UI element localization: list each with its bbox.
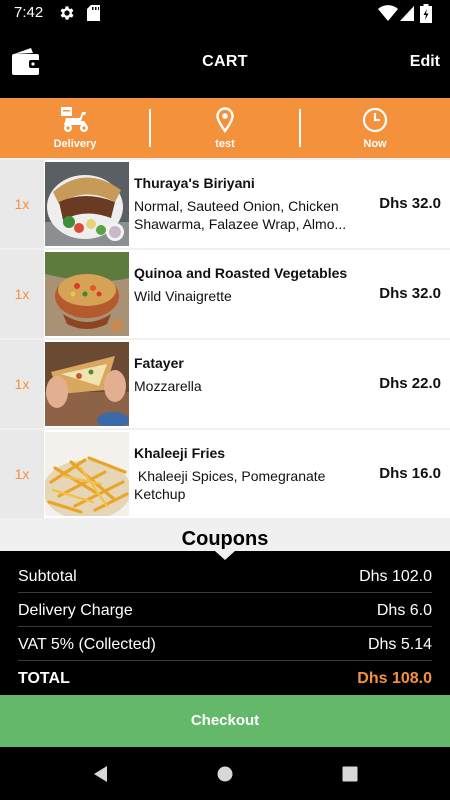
item-description: Mozzarella [134, 378, 202, 394]
quinoa-bowl-image [45, 252, 129, 336]
recent-apps-icon[interactable] [342, 766, 358, 782]
total-value: Dhs 108.0 [357, 670, 432, 687]
order-options-bar: Delivery test Now [0, 98, 450, 158]
delivery-label: Delivery [53, 138, 97, 150]
delivery-charge-value: Dhs 6.0 [376, 602, 432, 619]
location-pin-icon [216, 107, 234, 133]
gear-icon [60, 6, 74, 20]
status-time: 7:42 [14, 4, 44, 21]
coupons-section: Coupons [0, 518, 450, 551]
checkout-button[interactable]: Checkout [0, 695, 450, 747]
edit-button[interactable]: Edit [410, 53, 440, 71]
coupons-button[interactable]: Coupons [0, 528, 450, 551]
item-name: Fatayer [134, 355, 184, 371]
cart-item-card[interactable]: Thuraya's Biriyani Normal, Sauteed Onion… [44, 160, 450, 248]
cart-item: 1x Thuraya's Biriyani Normal, Sauteed On… [0, 160, 450, 248]
item-description: Khaleeji Spices, Pomegranate Ketchup [134, 468, 330, 502]
cart-item-card[interactable]: Fatayer Mozzarella Dhs 22.0 [44, 340, 450, 428]
order-summary: Subtotal Dhs 102.0 Delivery Charge Dhs 6… [0, 551, 450, 695]
item-quantity[interactable]: 1x [0, 340, 44, 428]
delivery-scooter-icon [61, 107, 88, 132]
cart-item: 1x Khaleeji Fries Khaleeji Spices, Pomeg… [0, 430, 450, 518]
location-label: test [215, 138, 235, 150]
subtotal-value: Dhs 102.0 [359, 568, 432, 585]
total-row: TOTAL Dhs 108.0 [18, 661, 432, 695]
cart-list: 1x Thuraya's Biriyani Normal, Sauteed On… [0, 158, 450, 518]
item-description: Wild Vinaigrette [134, 288, 232, 304]
subtotal-label: Subtotal [18, 568, 77, 585]
fries-image [45, 432, 129, 516]
delivery-option[interactable]: Delivery [0, 98, 150, 158]
page-title: CART [202, 53, 248, 70]
item-price: Dhs 32.0 [379, 195, 441, 212]
time-option[interactable]: Now [300, 98, 450, 158]
item-quantity[interactable]: 1x [0, 430, 44, 518]
item-quantity[interactable]: 1x [0, 160, 44, 248]
coupons-notch [215, 551, 235, 560]
shawarma-plate-image [45, 162, 129, 246]
sd-card-icon [87, 5, 100, 21]
item-price: Dhs 22.0 [379, 375, 441, 392]
wallet-icon[interactable] [11, 48, 41, 76]
fatayer-pastry-image [45, 342, 129, 426]
item-price: Dhs 32.0 [379, 285, 441, 302]
cart-item-card[interactable]: Quinoa and Roasted Vegetables Wild Vinai… [44, 250, 450, 338]
item-name: Khaleeji Fries [134, 445, 226, 461]
item-name: Thuraya's Biriyani [134, 175, 255, 191]
app-bar: CART Edit [0, 26, 450, 98]
clock-icon [362, 107, 388, 133]
back-icon[interactable] [92, 765, 110, 783]
wifi-icon [378, 5, 398, 21]
status-bar: 7:42 [0, 0, 450, 26]
cart-item-card[interactable]: Khaleeji Fries Khaleeji Spices, Pomegran… [44, 430, 450, 518]
cart-item: 1x Quinoa and Roasted Vegetables Wild Vi… [0, 250, 450, 338]
time-label: Now [363, 138, 387, 150]
vat-value: Dhs 5.14 [367, 636, 432, 653]
system-nav-bar [0, 747, 450, 800]
vat-label: VAT 5% (Collected) [18, 636, 156, 653]
item-price: Dhs 16.0 [379, 465, 441, 482]
battery-icon [420, 4, 432, 23]
delivery-charge-row: Delivery Charge Dhs 6.0 [18, 593, 432, 627]
item-name: Quinoa and Roasted Vegetables [134, 265, 348, 281]
location-option[interactable]: test [150, 98, 300, 158]
cart-item: 1x Fatayer Mozzarella Dhs 22.0 [0, 340, 450, 428]
item-quantity[interactable]: 1x [0, 250, 44, 338]
item-description: Normal, Sauteed Onion, Chicken Shawarma,… [134, 198, 347, 232]
signal-icon [400, 6, 414, 21]
vat-row: VAT 5% (Collected) Dhs 5.14 [18, 627, 432, 661]
total-label: TOTAL [18, 670, 70, 687]
delivery-charge-label: Delivery Charge [18, 602, 133, 619]
home-icon[interactable] [217, 766, 233, 782]
subtotal-row: Subtotal Dhs 102.0 [18, 559, 432, 593]
